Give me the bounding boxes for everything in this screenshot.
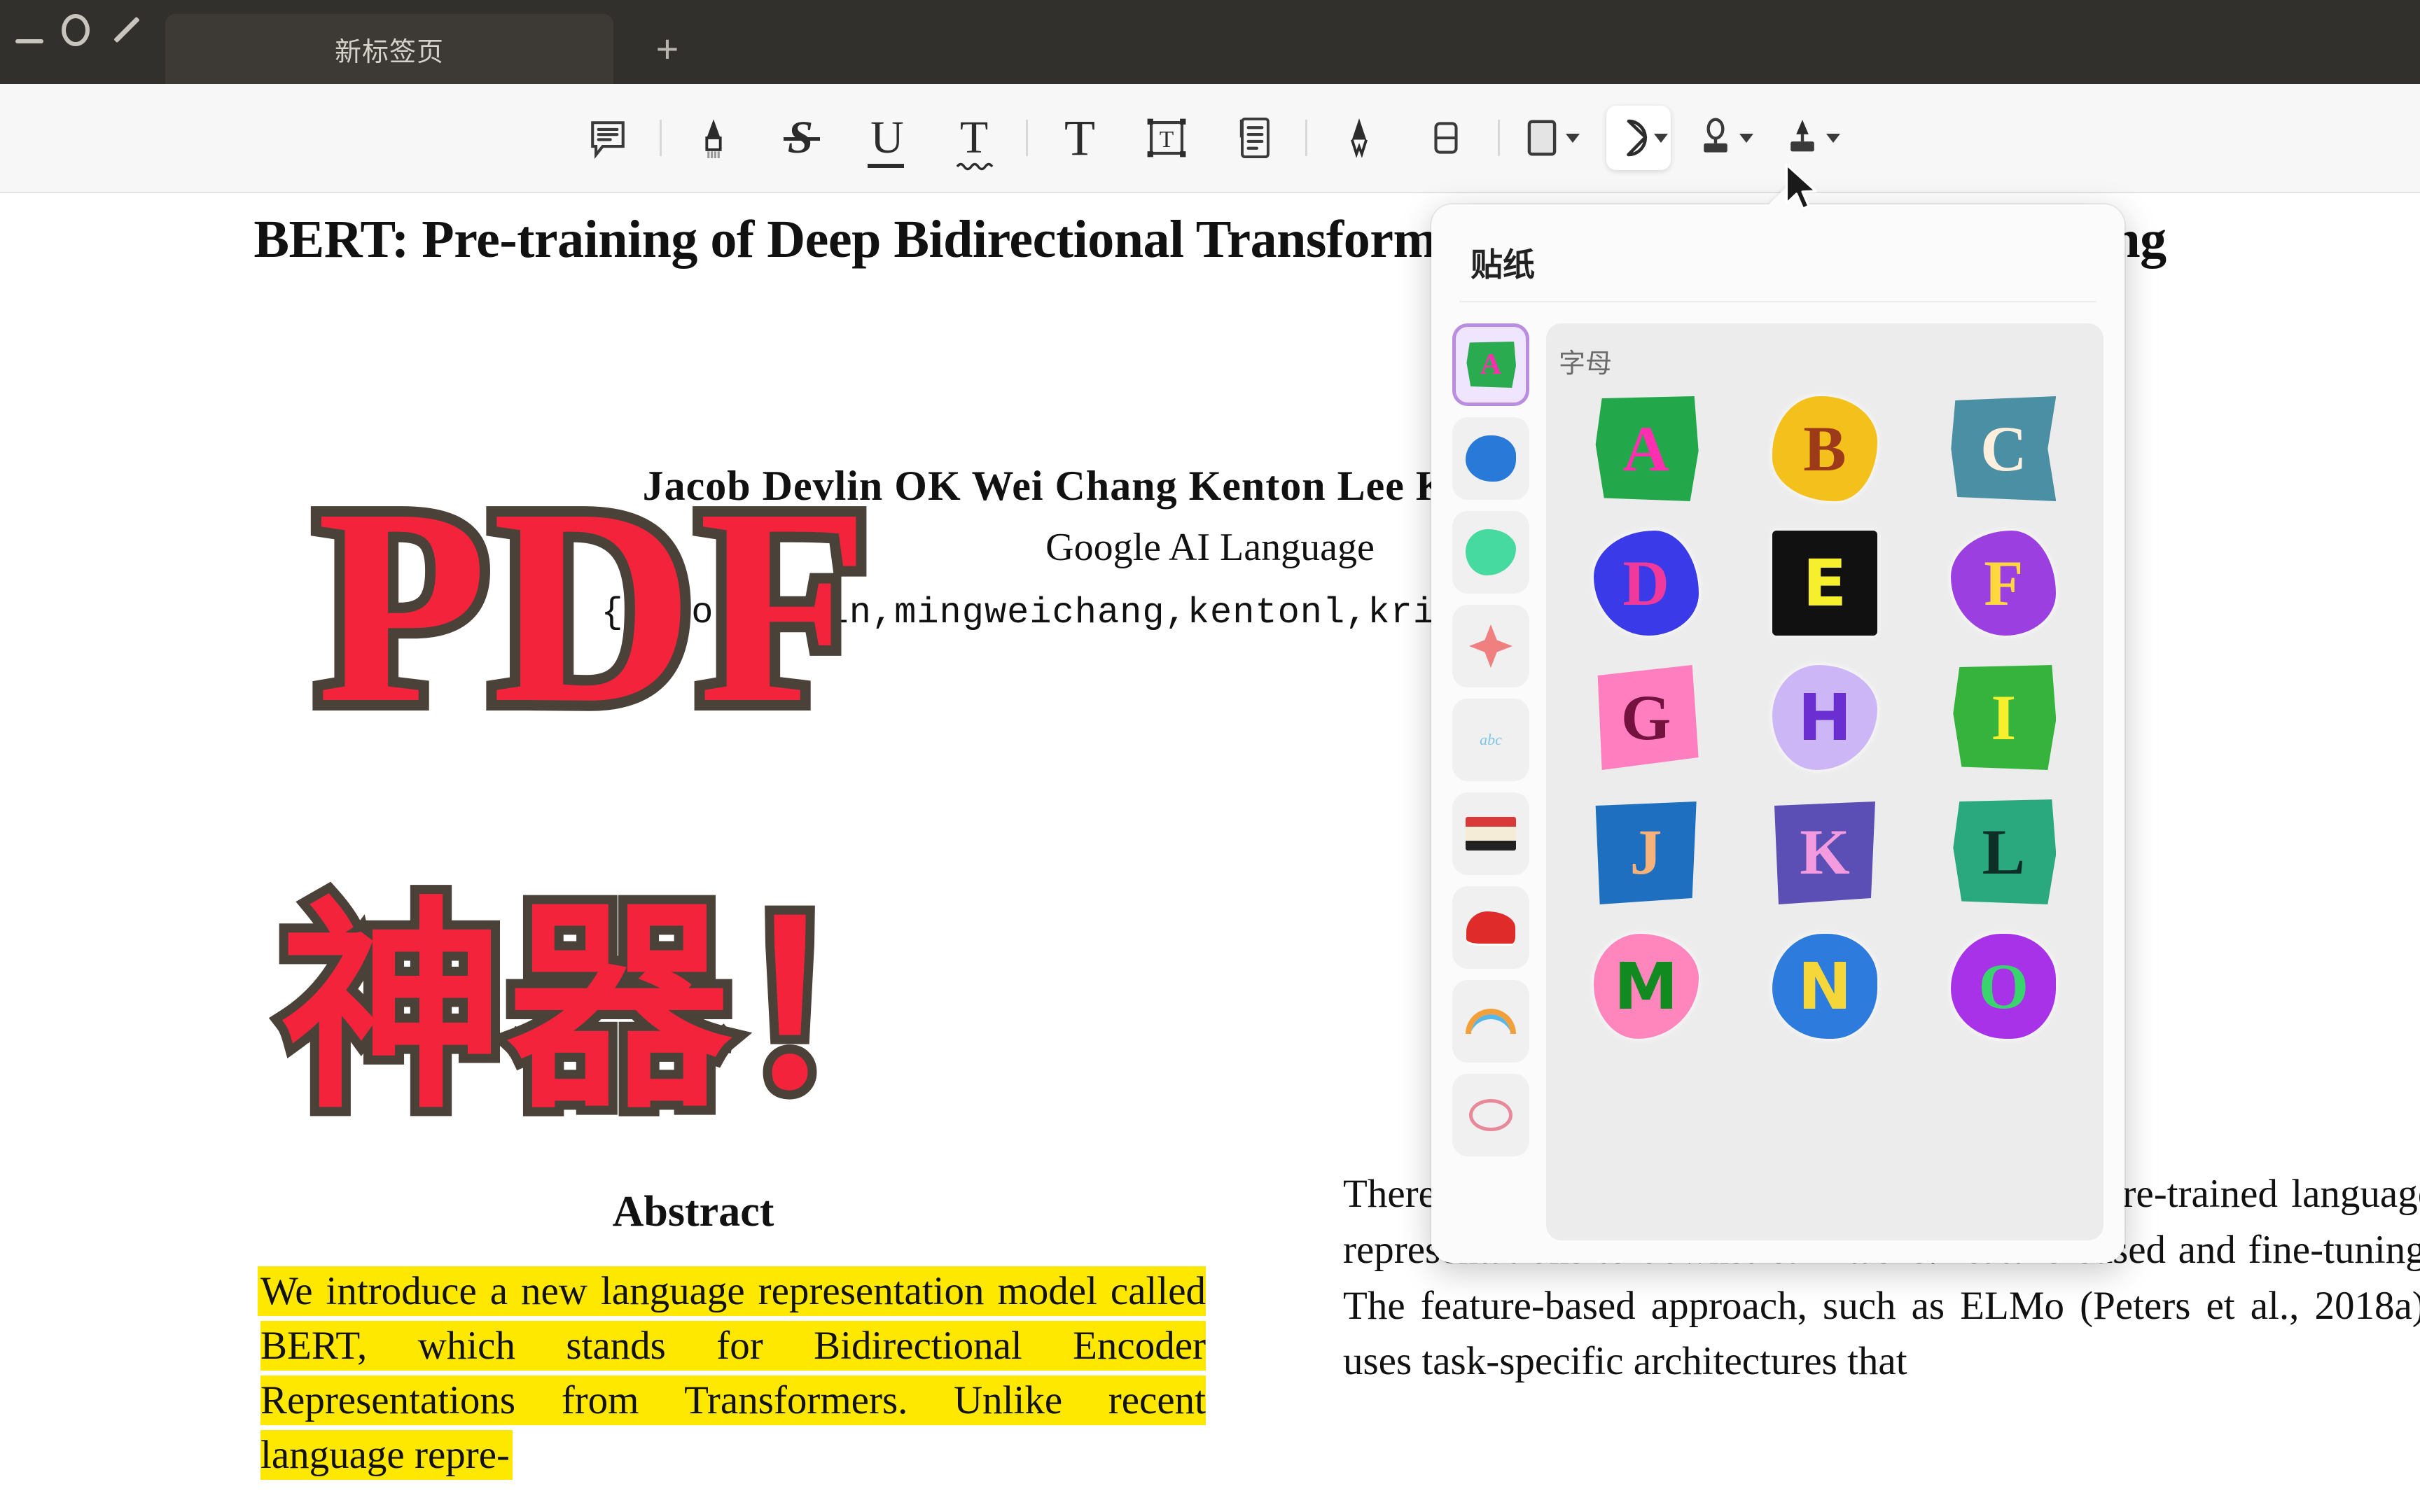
sticker-item-J[interactable]: J xyxy=(1559,790,1733,913)
category-emoji[interactable] xyxy=(1452,417,1529,500)
sticker-item-I[interactable]: I xyxy=(1917,656,2091,779)
sticker-popup[interactable]: 贴纸 Aabc 字母 ABCDEFGHIJKLMNO xyxy=(1431,204,2125,1263)
sticker-letter-G: G xyxy=(1597,665,1699,770)
squiggly-underline-icon[interactable]: T xyxy=(942,106,1006,171)
browser-tab[interactable]: 新标签页 xyxy=(165,14,613,84)
comment-icon[interactable] xyxy=(576,106,640,170)
signature-icon[interactable] xyxy=(1780,106,1844,170)
text-icon[interactable]: T xyxy=(1048,106,1112,170)
sticker-popup-title: 贴纸 xyxy=(1470,246,1535,284)
category-letters-swatch: A xyxy=(1466,342,1516,388)
category-sparkle[interactable] xyxy=(1452,605,1529,687)
sticker-letter-F: F xyxy=(1951,531,2057,636)
sticker-letter-I: I xyxy=(1953,665,2057,770)
browser-tab-title: 新标签页 xyxy=(334,37,444,67)
abstract-heading: Abstract xyxy=(612,1188,774,1236)
sticker-letter-C: C xyxy=(1951,396,2057,501)
category-emoji-swatch xyxy=(1466,435,1516,482)
toolbar-divider xyxy=(1498,120,1500,156)
sticker-item-E[interactable]: E xyxy=(1737,522,1912,645)
toolbar-divider xyxy=(1026,120,1028,156)
shape-icon[interactable] xyxy=(1520,106,1584,170)
chevron-down-icon[interactable] xyxy=(1566,133,1580,143)
category-banner-swatch xyxy=(1466,817,1516,850)
category-script-swatch: abc xyxy=(1480,731,1502,748)
toolbar-divider xyxy=(660,120,662,156)
sticker-letter-H: H xyxy=(1772,665,1877,770)
svg-text:T: T xyxy=(1160,127,1174,153)
sticker-item-D[interactable]: D xyxy=(1559,522,1733,645)
sticker-letter-O: O xyxy=(1951,934,2057,1039)
abstract-text: We introduce a new language representati… xyxy=(260,1264,1206,1483)
sticker-item-C[interactable]: C xyxy=(1917,387,2091,510)
sticker-item-L[interactable]: L xyxy=(1917,790,2091,913)
browser-tab-strip: 新标签页 + xyxy=(0,0,2420,84)
category-monster[interactable] xyxy=(1452,511,1529,594)
overlay-chinese-text[interactable]: 神器！ xyxy=(271,888,967,1130)
sticker-item-K[interactable]: K xyxy=(1737,790,1912,913)
category-banner[interactable] xyxy=(1452,792,1529,875)
stamp-icon[interactable] xyxy=(1693,106,1758,170)
sticker-letter-L: L xyxy=(1953,799,2057,904)
sticker-item-G[interactable]: G xyxy=(1559,656,1733,779)
sticker-item-N[interactable]: N xyxy=(1737,925,1912,1048)
sticker-letter-A: A xyxy=(1595,396,1699,501)
sticker-letter-B: B xyxy=(1772,396,1877,501)
highlighter-icon[interactable] xyxy=(681,106,746,170)
sticker-grid-pane[interactable]: 字母 ABC DEF GHI JKL MNO xyxy=(1546,323,2103,1240)
sticker-item-F[interactable]: F xyxy=(1917,522,2091,645)
sticker-item-M[interactable]: M xyxy=(1559,925,1733,1048)
highlighted-abstract: We introduce a new language representati… xyxy=(260,1269,1206,1478)
textbox-icon[interactable]: T xyxy=(1134,106,1199,170)
mouse-cursor xyxy=(1785,163,1817,210)
category-script[interactable]: abc xyxy=(1452,699,1529,781)
annotation-toolbar: S U T T T xyxy=(0,84,2420,193)
new-tab-button[interactable]: + xyxy=(629,14,706,84)
category-monster-swatch xyxy=(1466,529,1516,575)
category-letters[interactable]: A xyxy=(1452,323,1529,406)
sticker-item-B[interactable]: B xyxy=(1737,387,1912,510)
sticker-item-O[interactable]: O xyxy=(1917,925,2091,1048)
draw-pen-icon[interactable] xyxy=(1327,106,1391,170)
pen-icon[interactable] xyxy=(108,13,141,47)
sticker-section-label: 字母 xyxy=(1559,348,1613,379)
chevron-down-icon[interactable] xyxy=(1739,133,1753,143)
window-controls xyxy=(0,0,165,84)
category-circle-swatch xyxy=(1469,1099,1512,1131)
eraser-icon[interactable] xyxy=(1414,106,1478,170)
note-icon[interactable] xyxy=(1221,106,1286,170)
category-circle[interactable] xyxy=(1452,1074,1529,1156)
category-santahat-swatch xyxy=(1466,911,1515,944)
sticker-item-A[interactable]: A xyxy=(1559,387,1733,510)
strikethrough-icon[interactable]: S xyxy=(768,106,833,170)
sticker-letter-M: M xyxy=(1593,934,1699,1039)
chevron-down-icon[interactable] xyxy=(1826,133,1840,143)
category-santahat[interactable] xyxy=(1452,886,1529,969)
category-rainbow-swatch xyxy=(1466,1009,1516,1034)
sticker-letter-J: J xyxy=(1595,802,1697,904)
sticker-grid[interactable]: ABC DEF GHI JKL MNO xyxy=(1559,387,2091,1048)
zero-icon[interactable] xyxy=(62,14,90,46)
sticker-popup-body: Aabc 字母 ABCDEFGHIJKLMNO xyxy=(1452,323,2103,1240)
minimize-icon[interactable] xyxy=(15,39,43,43)
sticker-category-rail[interactable]: Aabc xyxy=(1452,323,1535,1240)
sticker-icon[interactable] xyxy=(1606,106,1671,170)
popup-divider xyxy=(1459,301,2096,302)
sticker-item-H[interactable]: H xyxy=(1737,656,1912,779)
sticker-letter-N: N xyxy=(1772,934,1877,1039)
category-rainbow[interactable] xyxy=(1452,980,1529,1063)
sticker-letter-E: E xyxy=(1772,531,1877,636)
sticker-letter-D: D xyxy=(1593,531,1699,636)
chevron-down-icon[interactable] xyxy=(1654,133,1668,143)
sticker-letter-K: K xyxy=(1774,802,1875,904)
overlay-pdf-text[interactable]: PDF xyxy=(306,456,880,757)
underline-icon[interactable]: U xyxy=(855,106,919,170)
category-sparkle-swatch xyxy=(1469,624,1512,668)
toolbar-divider xyxy=(1305,120,1307,156)
